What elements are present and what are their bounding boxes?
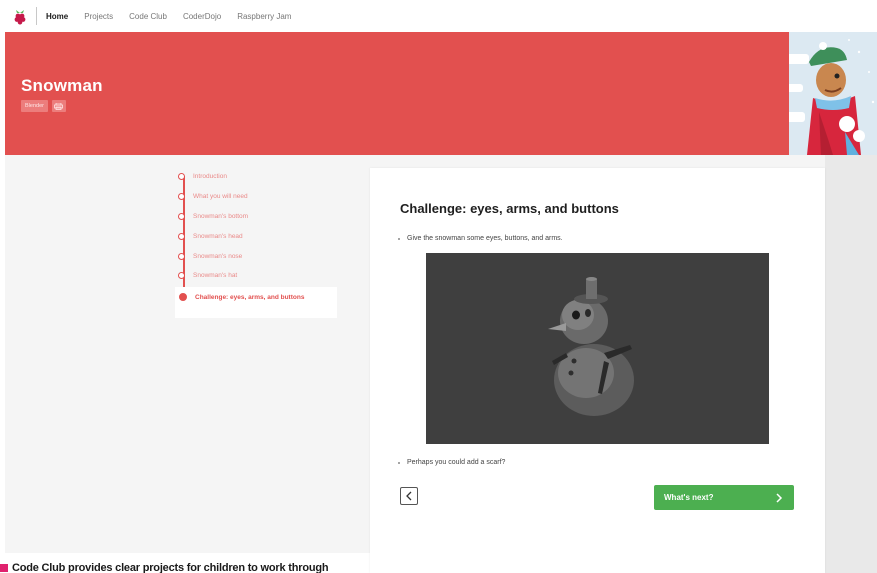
chevron-right-icon xyxy=(776,492,783,503)
project-hero-banner: Snowman Blender xyxy=(5,32,877,155)
caption-text: Code Club provides clear projects for ch… xyxy=(12,562,329,573)
step-label: Snowman's hat xyxy=(193,272,238,279)
figure-caption: Code Club provides clear projects for ch… xyxy=(0,562,329,573)
raspberry-pi-logo-icon[interactable] xyxy=(12,7,28,25)
step-challenge-current[interactable]: Challenge: eyes, arms, and buttons xyxy=(175,287,337,318)
step-label: Challenge: eyes, arms, and buttons xyxy=(195,294,305,301)
step-introduction[interactable]: Introduction xyxy=(178,172,227,181)
nav-link-projects[interactable]: Projects xyxy=(84,12,113,21)
step-title: Challenge: eyes, arms, and buttons xyxy=(400,201,619,216)
step-marker xyxy=(178,193,185,200)
step-marker xyxy=(178,253,185,260)
nav-link-coderdojo[interactable]: CoderDojo xyxy=(183,12,221,21)
tag-blender[interactable]: Blender xyxy=(21,100,48,112)
step-snowmans-nose[interactable]: Snowman's nose xyxy=(178,252,242,261)
step-marker-current xyxy=(179,293,187,301)
instruction-item: Give the snowman some eyes, buttons, and… xyxy=(398,235,563,242)
hero-illustration xyxy=(789,32,877,155)
bullet-dot xyxy=(398,237,400,240)
step-what-you-will-need[interactable]: What you will need xyxy=(178,192,248,201)
bullet-dot xyxy=(398,461,400,464)
project-title: Snowman xyxy=(21,76,103,95)
step-marker xyxy=(178,272,185,279)
step-label: Snowman's nose xyxy=(193,253,243,260)
step-marker xyxy=(178,213,185,220)
step-content-card: Challenge: eyes, arms, and buttons Give … xyxy=(370,168,825,573)
caption-marker xyxy=(0,564,8,572)
instruction-item: Perhaps you could add a scarf? xyxy=(398,459,505,466)
nav-link-home[interactable]: Home xyxy=(46,12,68,21)
step-snowmans-hat[interactable]: Snowman's hat xyxy=(178,271,237,280)
whats-next-label: What's next? xyxy=(664,493,714,502)
step-snowmans-head[interactable]: Snowman's head xyxy=(178,232,243,241)
step-label: Snowman's bottom xyxy=(193,213,249,220)
right-margin xyxy=(825,155,877,573)
snowman-render-image xyxy=(426,253,769,444)
nav-link-code-club[interactable]: Code Club xyxy=(129,12,167,21)
project-tags: Blender xyxy=(21,100,66,112)
step-label: Introduction xyxy=(193,173,227,180)
step-label: Snowman's head xyxy=(193,233,243,240)
page: Home Projects Code Club CoderDojo Raspbe… xyxy=(0,0,877,573)
top-nav: Home Projects Code Club CoderDojo Raspbe… xyxy=(0,0,877,32)
step-marker xyxy=(178,173,185,180)
instruction-text: Give the snowman some eyes, buttons, and… xyxy=(407,235,563,242)
nav-divider xyxy=(36,7,37,25)
nav-link-raspberry-jam[interactable]: Raspberry Jam xyxy=(237,12,291,21)
instruction-text: Perhaps you could add a scarf? xyxy=(407,459,506,466)
whats-next-button[interactable]: What's next? xyxy=(654,485,794,510)
chevron-left-icon xyxy=(406,491,412,501)
print-icon[interactable] xyxy=(51,100,66,112)
step-snowmans-bottom[interactable]: Snowman's bottom xyxy=(178,212,248,221)
step-marker xyxy=(178,233,185,240)
previous-step-button[interactable] xyxy=(400,487,418,505)
step-label: What you will need xyxy=(193,193,248,200)
